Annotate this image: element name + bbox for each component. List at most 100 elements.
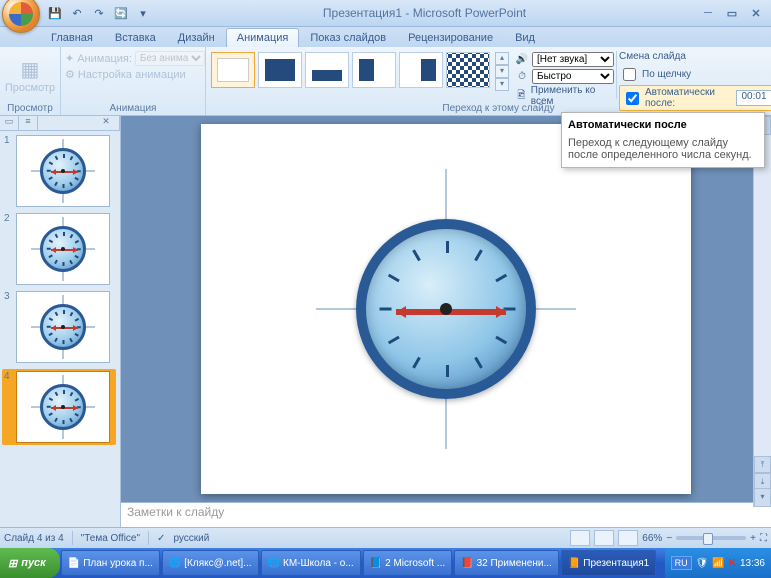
transition-3[interactable] — [305, 52, 349, 88]
tab-slideshow[interactable]: Показ слайдов — [299, 28, 397, 47]
transition-4[interactable] — [352, 52, 396, 88]
custom-animation-button[interactable]: ⚙ Настройка анимации — [65, 68, 201, 81]
transition-5[interactable] — [399, 52, 443, 88]
system-tray: RU 🛡 📶 K 13:36 — [665, 548, 771, 578]
save-button[interactable]: 💾 — [46, 4, 64, 22]
normal-view-button[interactable] — [570, 530, 590, 546]
title-bar: 💾 ↶ ↷ 🔄 ▾ Презентация1 - Microsoft Power… — [0, 0, 771, 27]
minimize-button[interactable]: ─ — [697, 5, 719, 21]
task-icon: 📘 — [370, 558, 382, 569]
on-click-label: По щелчку — [642, 69, 691, 80]
taskbar: ⊞ пуск 📄План урока п...🌐[Клякс@.net]...🌐… — [0, 548, 771, 578]
task-label: 32 Применени... — [477, 558, 552, 569]
task-item-4[interactable]: 📕 32 Применени... — [454, 550, 559, 576]
start-button[interactable]: ⊞ пуск — [0, 548, 60, 578]
tab-design[interactable]: Дизайн — [167, 28, 226, 47]
lang-indicator[interactable]: RU — [671, 556, 692, 570]
window-title: Презентация1 - Microsoft PowerPoint — [152, 6, 697, 20]
speed-select[interactable]: Быстро — [532, 69, 614, 84]
tab-home[interactable]: Главная — [40, 28, 104, 47]
slide-thumb-3[interactable]: 3 — [4, 291, 116, 363]
task-label: КМ-Школа - о... — [283, 558, 354, 569]
repeat-button[interactable]: 🔄 — [112, 4, 130, 22]
custom-anim-label: Настройка анимации — [78, 69, 186, 81]
zoom-slider[interactable] — [676, 536, 746, 540]
outline-tab[interactable]: ≡ — [19, 116, 38, 130]
on-click-checkbox[interactable]: По щелчку — [619, 65, 771, 84]
close-button[interactable]: ✕ — [745, 5, 767, 21]
task-label: План урока п... — [83, 558, 153, 569]
tab-view[interactable]: Вид — [504, 28, 546, 47]
vertical-scrollbar[interactable]: ▴ ⤒⤓ ▾ — [753, 116, 771, 507]
clock[interactable]: 13:36 — [740, 558, 765, 569]
task-icon: 📕 — [461, 558, 473, 569]
slide-panel: ▭ ≡ ✕ 1 2 3 4 — [0, 116, 121, 527]
task-icon: 📄 — [68, 558, 80, 569]
maximize-button[interactable]: ▭ — [721, 5, 743, 21]
zoom-out[interactable]: − — [666, 533, 672, 544]
sorter-view-button[interactable] — [594, 530, 614, 546]
tooltip-body: Переход к следующему слайду после опреде… — [568, 137, 758, 161]
windows-icon: ⊞ — [8, 557, 17, 570]
start-label: пуск — [21, 557, 46, 569]
undo-button[interactable]: ↶ — [68, 4, 86, 22]
transition-2[interactable] — [258, 52, 302, 88]
task-icon: 🌐 — [169, 558, 181, 569]
task-label: Презентация1 — [583, 558, 649, 569]
slide-canvas[interactable] — [201, 124, 691, 494]
tray-icon-2[interactable]: 📶 — [712, 558, 724, 569]
clock-shape[interactable] — [356, 219, 536, 399]
task-item-2[interactable]: 🌐КМ-Школа - о... — [261, 550, 361, 576]
tab-review[interactable]: Рецензирование — [397, 28, 504, 47]
gallery-more[interactable]: ▾ — [495, 78, 509, 91]
task-item-0[interactable]: 📄План урока п... — [61, 550, 160, 576]
tray-icon-3[interactable]: K — [729, 558, 736, 569]
slide-thumb-4[interactable]: 4 — [2, 369, 116, 445]
slides-tab[interactable]: ▭ — [0, 116, 19, 130]
fit-button[interactable]: ⛶ — [760, 533, 767, 544]
sound-select[interactable]: [Нет звука] — [532, 52, 614, 67]
anim-label: Анимация: — [77, 53, 132, 65]
zoom-in[interactable]: + — [750, 533, 756, 544]
task-item-1[interactable]: 🌐[Клякс@.net]... — [162, 550, 259, 576]
animation-selector[interactable]: ✦ Анимация: Без анимац... — [65, 51, 201, 66]
slide-number: 4 — [4, 371, 12, 443]
spellcheck-icon[interactable]: ✓ — [157, 533, 165, 544]
zoom-value[interactable]: 66% — [642, 533, 662, 544]
task-item-3[interactable]: 📘2 Microsoft ... — [363, 550, 452, 576]
qat-dropdown[interactable]: ▾ — [134, 4, 152, 22]
slideshow-view-button[interactable] — [618, 530, 638, 546]
star-icon: ✦ — [65, 52, 74, 65]
quick-access-toolbar: 💾 ↶ ↷ 🔄 ▾ — [46, 4, 152, 22]
tray-icon-1[interactable]: 🛡 — [696, 558, 709, 569]
gallery-down[interactable]: ▾ — [495, 65, 509, 78]
redo-button[interactable]: ↷ — [90, 4, 108, 22]
preview-icon: ▦ — [21, 57, 40, 82]
gallery-up[interactable]: ▴ — [495, 52, 509, 65]
transition-none[interactable] — [211, 52, 255, 88]
slide-thumb-1[interactable]: 1 — [4, 135, 116, 207]
task-label: [Клякс@.net]... — [184, 558, 251, 569]
preview-label: Просмотр — [5, 82, 55, 94]
language-indicator[interactable]: русский — [173, 533, 209, 544]
task-item-5[interactable]: 📙Презентация1 — [561, 550, 656, 576]
hour-hand — [396, 309, 446, 315]
slide-thumb-2[interactable]: 2 — [4, 213, 116, 285]
notes-pane[interactable]: Заметки к слайду — [121, 502, 771, 527]
status-bar: Слайд 4 из 4 "Тема Office" ✓ русский 66%… — [0, 527, 771, 548]
group-animation-label: Анимация — [61, 103, 205, 114]
transition-gallery[interactable]: ▴ ▾ ▾ — [208, 49, 512, 101]
preview-button[interactable]: ▦ Просмотр — [2, 49, 58, 101]
sound-icon: 🔊 — [514, 51, 530, 67]
task-label: 2 Microsoft ... — [385, 558, 445, 569]
tooltip: Автоматически после Переход к следующему… — [561, 112, 765, 168]
tab-animation[interactable]: Анимация — [226, 28, 300, 47]
tab-insert[interactable]: Вставка — [104, 28, 167, 47]
slide-number: 3 — [4, 291, 12, 363]
transition-6[interactable] — [446, 52, 490, 88]
ribbon: ▦ Просмотр Просмотр ✦ Анимация: Без аним… — [0, 47, 771, 116]
task-icon: 🌐 — [268, 558, 280, 569]
anim-dropdown[interactable]: Без анимац... — [135, 51, 205, 66]
panel-close[interactable]: ✕ — [93, 116, 120, 130]
tooltip-title: Автоматически после — [568, 119, 758, 131]
